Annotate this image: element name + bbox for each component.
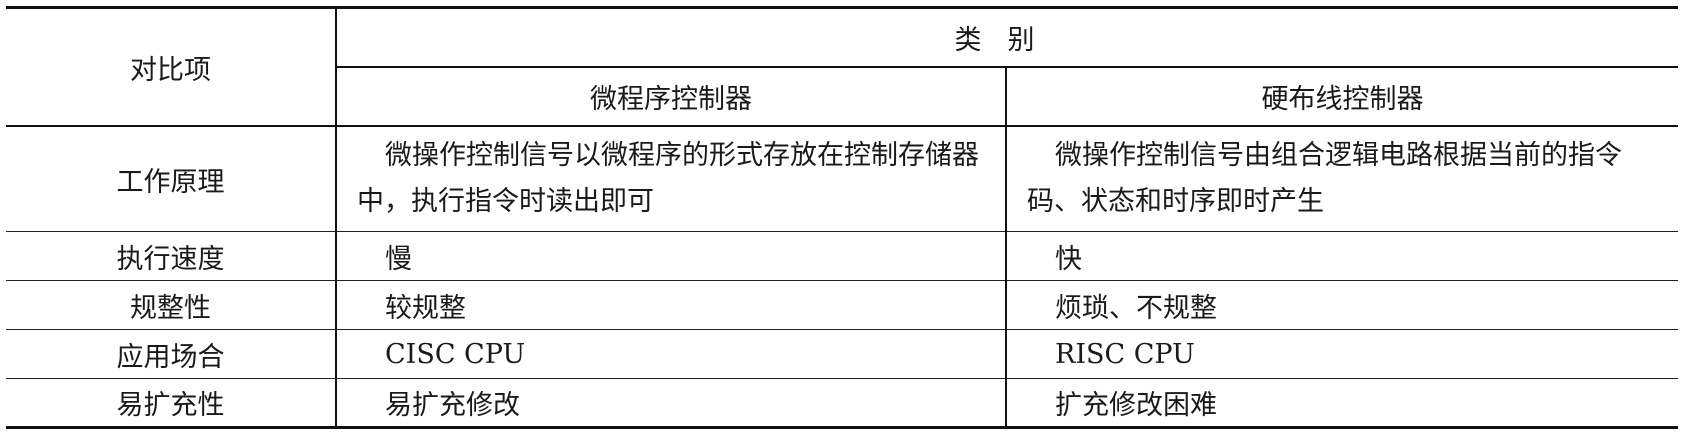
cell-microprogram: CISC CPU bbox=[336, 329, 1007, 379]
header-item: 对比项 bbox=[6, 7, 337, 127]
row-label: 执行速度 bbox=[6, 231, 337, 281]
table-row: 工作原理 微操作控制信号以微程序的形式存放在控制存储器中，执行指令时读出即可 微… bbox=[6, 126, 1678, 232]
cell-microprogram: 慢 bbox=[336, 231, 1007, 281]
cell-hardwired: 微操作控制信号由组合逻辑电路根据当前的指令码、状态和时序即时产生 bbox=[1006, 126, 1678, 232]
row-label: 应用场合 bbox=[6, 329, 337, 379]
header-category: 类别 bbox=[336, 7, 1678, 68]
cell-microprogram: 微操作控制信号以微程序的形式存放在控制存储器中，执行指令时读出即可 bbox=[336, 126, 1007, 232]
header-microprogram: 微程序控制器 bbox=[336, 67, 1007, 127]
cell-microprogram: 易扩充修改 bbox=[336, 378, 1007, 428]
row-label: 规整性 bbox=[6, 280, 337, 330]
cell-microprogram: 较规整 bbox=[336, 280, 1007, 330]
cell-hardwired: RISC CPU bbox=[1006, 329, 1678, 379]
comparison-table: 对比项 类别 微程序控制器 硬布线控制器 工作原理 微操作控制信号以微程序的形式… bbox=[6, 6, 1678, 429]
table-row: 执行速度 慢 快 bbox=[6, 231, 1678, 281]
row-label: 工作原理 bbox=[6, 126, 337, 232]
row-label: 易扩充性 bbox=[6, 378, 337, 428]
table-row: 应用场合 CISC CPU RISC CPU bbox=[6, 329, 1678, 379]
header-hardwired: 硬布线控制器 bbox=[1006, 67, 1678, 127]
table-row: 规整性 较规整 烦琐、不规整 bbox=[6, 280, 1678, 330]
cell-hardwired: 烦琐、不规整 bbox=[1006, 280, 1678, 330]
header-row-top: 对比项 类别 bbox=[6, 7, 1678, 127]
cell-hardwired: 快 bbox=[1006, 231, 1678, 281]
cell-hardwired: 扩充修改困难 bbox=[1055, 390, 1217, 421]
table-row: 易扩充性 易扩充修改 扩充修改困难 bbox=[6, 378, 1678, 428]
